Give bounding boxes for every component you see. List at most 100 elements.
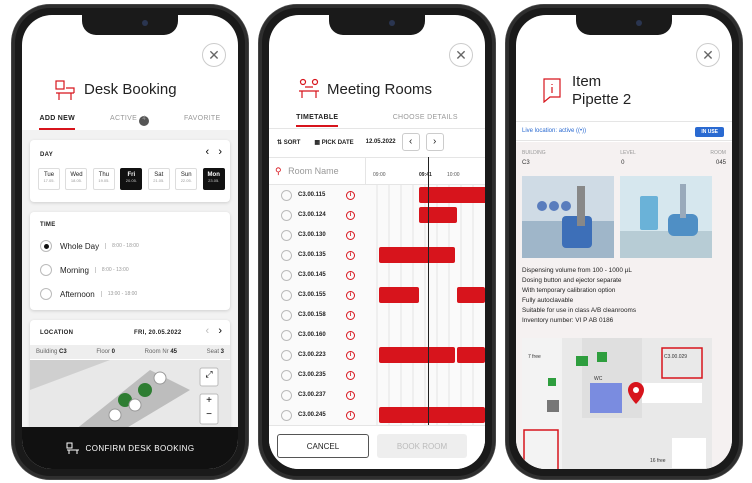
radio-selected[interactable] xyxy=(40,240,52,252)
info-icon[interactable]: i xyxy=(346,270,355,280)
time-option-whole-day[interactable]: Whole Day 8:00 - 18:00 xyxy=(40,234,139,258)
info-icon[interactable]: i xyxy=(346,290,355,300)
book-room-button[interactable]: BOOK ROOM xyxy=(377,434,467,458)
info-icon[interactable]: i xyxy=(346,370,355,380)
info-icon[interactable]: i xyxy=(346,250,355,260)
info-icon[interactable]: i xyxy=(346,410,355,420)
time-option-morning[interactable]: Morning 8:00 - 13:00 xyxy=(40,258,139,282)
map-label-wc: WC xyxy=(594,376,603,382)
room-search[interactable]: ⚲ Room Name xyxy=(275,166,339,177)
room-checkbox[interactable] xyxy=(281,369,292,381)
day-option[interactable]: Tue 17.05. xyxy=(38,168,60,190)
tab-timetable[interactable]: TIMETABLE xyxy=(296,114,339,127)
booking-bar[interactable] xyxy=(379,287,419,303)
next-day-button[interactable]: › xyxy=(218,325,222,337)
item-content: BUILDING LEVEL ROOM C3 0 045 Dispensing vo xyxy=(516,142,732,469)
day-option[interactable]: Thu 19.05. xyxy=(92,168,115,190)
room-checkbox[interactable] xyxy=(281,329,292,341)
room-row[interactable]: C3.00.160 i xyxy=(269,325,365,345)
day-nav: ‹ › xyxy=(205,146,222,158)
booking-bar[interactable] xyxy=(457,287,485,303)
radio[interactable] xyxy=(40,288,52,300)
meeting-tabs: TIMETABLE CHOOSE DETAILS xyxy=(269,114,485,127)
zoom-in-button[interactable]: + xyxy=(201,395,217,406)
room-row[interactable]: C3.00.145 i xyxy=(269,265,365,285)
close-button[interactable]: ✕ xyxy=(696,43,720,67)
location-label: LOCATION xyxy=(40,330,74,336)
day-option[interactable]: Sun 22.05. xyxy=(175,168,198,190)
room-checkbox[interactable] xyxy=(281,209,292,221)
booking-bar[interactable] xyxy=(379,347,455,363)
room-row[interactable]: C3.00.223 i xyxy=(269,345,365,365)
room-row[interactable]: C3.00.237 i xyxy=(269,385,365,405)
room-row[interactable]: C3.00.235 i xyxy=(269,365,365,385)
room-checkbox[interactable] xyxy=(281,269,292,281)
prev-day-button[interactable]: ‹ xyxy=(205,325,209,337)
room-checkbox[interactable] xyxy=(281,389,292,401)
info-icon[interactable]: i xyxy=(346,310,355,320)
zoom-out-button[interactable]: − xyxy=(201,409,217,420)
room-row[interactable]: C3.00.135 i xyxy=(269,245,365,265)
day-option[interactable]: Sat 21.05. xyxy=(147,168,170,190)
booking-bar[interactable] xyxy=(457,347,485,363)
day-option[interactable]: Wed 18.05. xyxy=(65,168,88,190)
page-title: Item Pipette 2 xyxy=(572,73,632,108)
room-row[interactable]: C3.00.115 i xyxy=(269,185,365,205)
room-checkbox[interactable] xyxy=(281,289,292,301)
tab-favorite[interactable]: FAVORITE xyxy=(184,115,221,130)
desk-tabs: ADD NEW ACTIVE 4 FAVORITE xyxy=(22,115,238,130)
room-checkbox[interactable] xyxy=(281,349,292,361)
lab-photo xyxy=(620,176,712,258)
prev-date-button[interactable]: ‹ xyxy=(401,133,420,151)
tab-add-new[interactable]: ADD NEW xyxy=(39,115,76,130)
cancel-button[interactable]: CANCEL xyxy=(277,434,369,458)
radio[interactable] xyxy=(40,264,52,276)
room-name: C3.00.158 xyxy=(298,312,326,318)
desk-booking-screen: ✕ Desk Booking ADD NEW ACTIVE 4 FAVORITE… xyxy=(22,15,238,469)
close-button[interactable]: ✕ xyxy=(449,43,473,67)
room-checkbox[interactable] xyxy=(281,249,292,261)
booking-bar[interactable] xyxy=(419,207,457,223)
info-icon[interactable]: i xyxy=(346,390,355,400)
desk-content: DAY ‹ › Tue 17.05. Wed 18.05. Thu 19.05. Fr… xyxy=(22,130,238,450)
day-option-selected[interactable]: Mon 23.05. xyxy=(202,168,225,190)
info-icon[interactable]: i xyxy=(346,230,355,240)
pick-date-button[interactable]: ▦ PICK DATE xyxy=(314,139,353,146)
tab-active[interactable]: ACTIVE 4 xyxy=(110,115,149,130)
day-option-selected[interactable]: Fri 20.05. xyxy=(120,168,143,190)
room-name: C3.00.115 xyxy=(298,192,326,198)
booking-bar[interactable] xyxy=(379,247,455,263)
room-row[interactable]: C3.00.158 i xyxy=(269,305,365,325)
next-week-button[interactable]: › xyxy=(218,146,222,158)
tab-choose-details[interactable]: CHOOSE DETAILS xyxy=(393,114,458,127)
room-name: C3.00.124 xyxy=(298,212,326,218)
next-date-button[interactable]: › xyxy=(425,133,444,151)
room-checkbox[interactable] xyxy=(281,229,292,241)
info-icon[interactable]: i xyxy=(346,330,355,340)
time-option-afternoon[interactable]: Afternoon 13:00 - 18:00 xyxy=(40,282,139,306)
close-button[interactable]: ✕ xyxy=(202,43,226,67)
room-row[interactable]: C3.00.155 i xyxy=(269,285,365,305)
meeting-icon xyxy=(299,78,319,98)
confirm-desk-booking-button[interactable]: CONFIRM DESK BOOKING xyxy=(22,427,238,469)
expand-map-button[interactable]: ⤢ xyxy=(201,369,217,380)
room-row[interactable]: C3.00.245 i xyxy=(269,405,365,425)
booking-bar[interactable] xyxy=(379,407,485,423)
info-icon[interactable]: i xyxy=(346,190,355,200)
search-icon: ⚲ xyxy=(275,166,282,176)
info-icon[interactable]: i xyxy=(346,210,355,220)
room-name: C3.00.135 xyxy=(298,252,326,258)
timetable-header: ⚲ Room Name 09:00 09:41 10:00 xyxy=(269,157,485,186)
item-floor-map[interactable]: 7 free C3.00.029 WC 16 free xyxy=(522,338,712,469)
sort-button[interactable]: ⇅ SORT xyxy=(277,139,300,146)
room-name: C3.00.223 xyxy=(298,352,326,358)
room-checkbox[interactable] xyxy=(281,189,292,201)
room-row[interactable]: C3.00.124 i xyxy=(269,205,365,225)
room-checkbox[interactable] xyxy=(281,409,292,421)
info-icon[interactable]: i xyxy=(346,350,355,360)
room-row[interactable]: C3.00.130 i xyxy=(269,225,365,245)
desk-icon xyxy=(55,80,75,100)
room-name: C3.00.130 xyxy=(298,232,326,238)
room-checkbox[interactable] xyxy=(281,309,292,321)
prev-week-button[interactable]: ‹ xyxy=(205,146,209,158)
